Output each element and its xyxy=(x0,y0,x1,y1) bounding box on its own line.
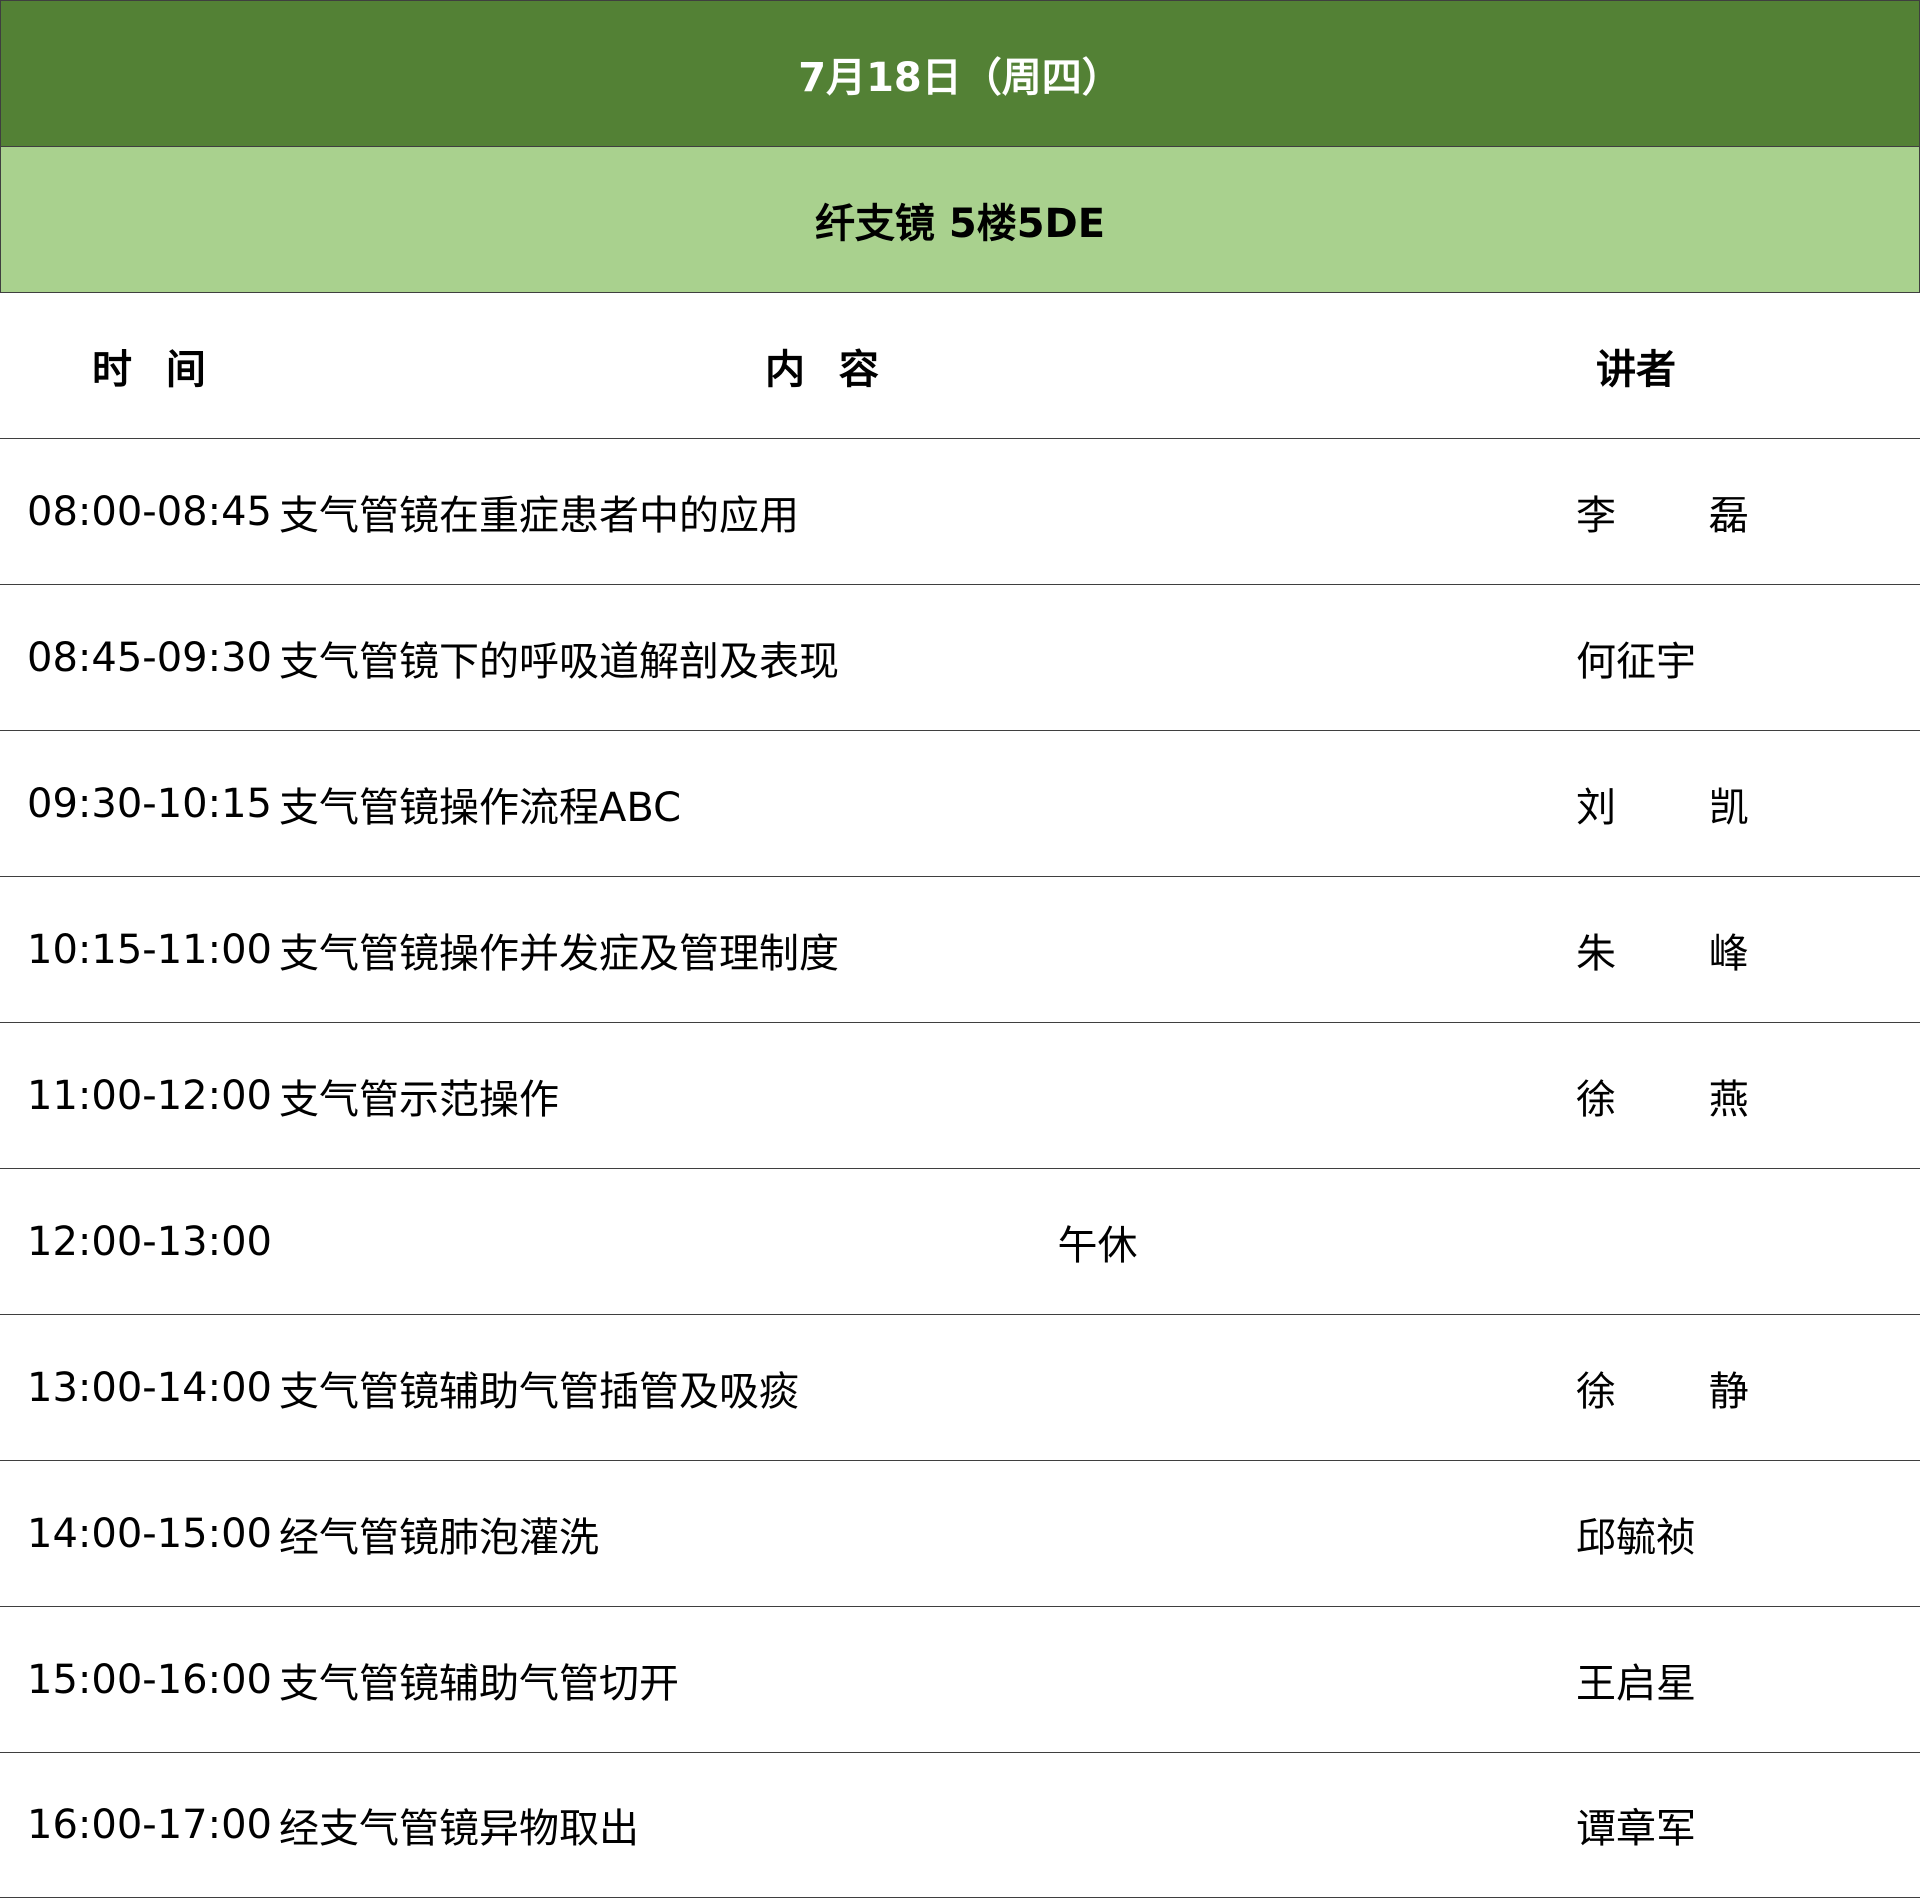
table-row: 15:00-16:00 支气管镜辅助气管切开 王启星 xyxy=(0,1606,1920,1752)
row-time: 08:45-09:30 xyxy=(27,634,272,681)
row-speaker: 徐 静 xyxy=(1576,1368,1789,1415)
row-speaker: 谭章军 xyxy=(1576,1806,1696,1852)
column-header-time: 时 间 xyxy=(92,346,216,393)
column-header-row: 时 间 内 容 讲者 xyxy=(0,292,1920,438)
table-row: 10:15-11:00 支气管镜操作并发症及管理制度 朱 峰 xyxy=(0,876,1920,1022)
date-title: 7月18日（周四） xyxy=(798,54,1122,101)
row-topic: 支气管示范操作 xyxy=(279,1076,559,1123)
row-time: 10:15-11:00 xyxy=(27,926,272,973)
row-topic: 支气管镜辅助气管切开 xyxy=(279,1660,679,1707)
table-row: 14:00-15:00 经气管镜肺泡灌洗 邱毓祯 xyxy=(0,1460,1920,1606)
row-topic: 经气管镜肺泡灌洗 xyxy=(279,1514,599,1561)
row-time: 14:00-15:00 xyxy=(27,1510,272,1557)
row-speaker: 朱 峰 xyxy=(1576,930,1789,977)
row-time: 16:00-17:00 xyxy=(27,1802,272,1848)
row-time: 11:00-12:00 xyxy=(27,1072,272,1119)
row-speaker: 徐 燕 xyxy=(1576,1076,1789,1123)
row-topic-lunch: 午休 xyxy=(1057,1222,1138,1269)
row-time: 15:00-16:00 xyxy=(27,1656,272,1703)
row-topic: 支气管镜辅助气管插管及吸痰 xyxy=(279,1368,799,1415)
table-row-lunch-break: 12:00-13:00 午休 xyxy=(0,1168,1920,1314)
date-banner: 7月18日（周四） xyxy=(0,0,1920,146)
table-row: 11:00-12:00 支气管示范操作 徐 燕 xyxy=(0,1022,1920,1168)
schedule-table: 7月18日（周四） 纤支镜 5楼5DE 时 间 内 容 讲者 08:00-08:… xyxy=(0,0,1920,1898)
row-time: 13:00-14:00 xyxy=(27,1364,272,1411)
table-row: 08:00-08:45 支气管镜在重症患者中的应用 李 磊 xyxy=(0,438,1920,584)
table-row: 16:00-17:00 经支气管镜异物取出 谭章军 xyxy=(0,1752,1920,1898)
table-row: 13:00-14:00 支气管镜辅助气管插管及吸痰 徐 静 xyxy=(0,1314,1920,1460)
column-header-topic: 内 容 xyxy=(765,346,889,393)
row-speaker: 王启星 xyxy=(1576,1660,1696,1707)
column-header-speaker: 讲者 xyxy=(1596,346,1676,393)
row-speaker: 邱毓祯 xyxy=(1576,1514,1696,1561)
row-time: 08:00-08:45 xyxy=(27,488,272,535)
row-topic: 支气管镜下的呼吸道解剖及表现 xyxy=(279,638,839,685)
room-title: 纤支镜 5楼5DE xyxy=(814,200,1106,247)
row-speaker: 李 磊 xyxy=(1576,492,1789,539)
table-row: 08:45-09:30 支气管镜下的呼吸道解剖及表现 何征宇 xyxy=(0,584,1920,730)
row-time: 09:30-10:15 xyxy=(27,780,272,827)
row-topic: 支气管镜在重症患者中的应用 xyxy=(279,492,799,539)
row-topic: 支气管镜操作流程ABC xyxy=(279,784,682,831)
row-speaker: 何征宇 xyxy=(1576,638,1696,685)
row-speaker: 刘 凯 xyxy=(1576,784,1789,831)
table-row: 09:30-10:15 支气管镜操作流程ABC 刘 凯 xyxy=(0,730,1920,876)
row-topic: 支气管镜操作并发症及管理制度 xyxy=(279,930,839,977)
row-topic: 经支气管镜异物取出 xyxy=(279,1806,639,1852)
room-banner: 纤支镜 5楼5DE xyxy=(0,146,1920,292)
